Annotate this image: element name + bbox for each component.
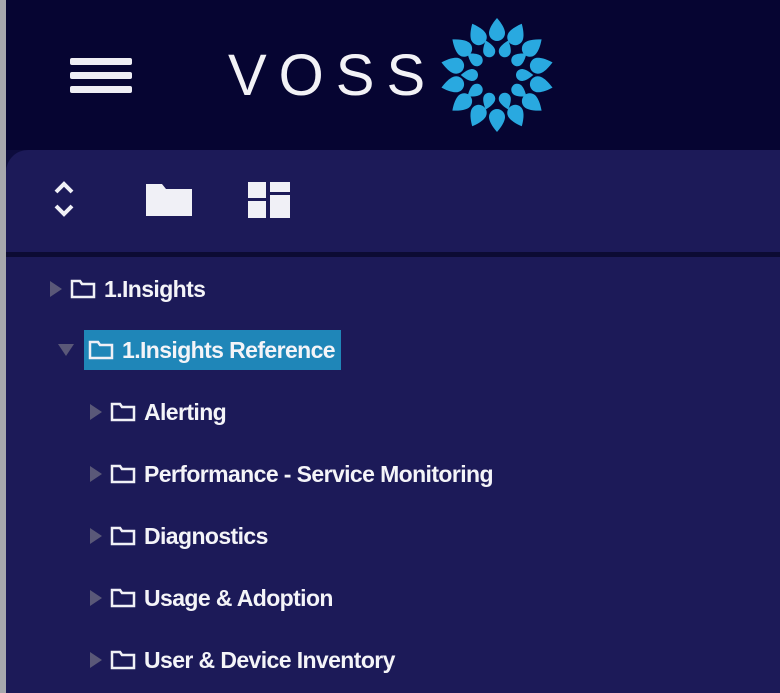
tree-item-label: Usage & Adoption bbox=[144, 584, 333, 611]
tree-item-usage-adoption: Usage & Adoption bbox=[90, 578, 339, 618]
expand-collapse-icon[interactable] bbox=[52, 176, 76, 222]
expand-caret-icon[interactable] bbox=[50, 281, 62, 297]
tree-node[interactable]: Performance - Service Monitoring bbox=[110, 454, 499, 494]
expand-caret-icon[interactable] bbox=[90, 652, 102, 668]
folder-outline-icon bbox=[110, 588, 136, 608]
tree-item-label: Performance - Service Monitoring bbox=[144, 460, 493, 487]
tree-node[interactable]: User & Device Inventory bbox=[110, 640, 401, 680]
tree-toolbar bbox=[6, 150, 780, 257]
tree-item-diagnostics: Diagnostics bbox=[90, 516, 274, 556]
voss-logo-icon bbox=[441, 18, 553, 132]
expand-caret-icon[interactable] bbox=[90, 528, 102, 544]
tree-item-label: User & Device Inventory bbox=[144, 646, 395, 673]
tree-item-performance: Performance - Service Monitoring bbox=[90, 454, 499, 494]
logo-drop bbox=[441, 57, 465, 74]
logo-drop bbox=[460, 69, 478, 81]
tree-item-label: 1.Insights bbox=[104, 275, 206, 302]
logo-drop bbox=[489, 18, 505, 41]
expand-caret-icon[interactable] bbox=[90, 590, 102, 606]
tree-node[interactable]: Alerting bbox=[110, 392, 232, 432]
tree-item-insights-reference: 1.Insights Reference bbox=[58, 330, 341, 370]
brand-name: VOSS bbox=[228, 43, 438, 108]
tree-node-selected[interactable]: 1.Insights Reference bbox=[84, 330, 341, 370]
collapse-caret-icon[interactable] bbox=[58, 344, 74, 356]
tree-node[interactable]: Diagnostics bbox=[110, 516, 274, 556]
folder-outline-icon bbox=[110, 650, 136, 670]
logo-drop bbox=[529, 76, 553, 93]
expand-caret-icon[interactable] bbox=[90, 466, 102, 482]
tree-item-label: Diagnostics bbox=[144, 522, 268, 549]
navigation-panel: 1.Insights 1.Insights Reference Alerting… bbox=[6, 150, 780, 693]
logo-drop bbox=[529, 57, 553, 74]
folder-outline-icon bbox=[110, 402, 136, 422]
top-bar: VOSS bbox=[6, 0, 780, 150]
tree-item-label: 1.Insights Reference bbox=[122, 336, 336, 363]
tree-node[interactable]: 1.Insights bbox=[70, 269, 211, 309]
tree-item-alerting: Alerting bbox=[90, 392, 232, 432]
folder-outline-icon bbox=[88, 340, 114, 360]
tree-node[interactable]: Usage & Adoption bbox=[110, 578, 339, 618]
folder-outline-icon bbox=[110, 526, 136, 546]
folder-outline-icon bbox=[110, 464, 136, 484]
hamburger-menu-icon[interactable] bbox=[70, 58, 132, 93]
expand-caret-icon[interactable] bbox=[90, 404, 102, 420]
tree-item-insights: 1.Insights bbox=[50, 269, 211, 309]
tree-item-label: Alerting bbox=[144, 398, 227, 425]
dashboard-grid-icon[interactable] bbox=[246, 180, 292, 220]
logo-drop bbox=[489, 109, 505, 132]
logo-drop bbox=[516, 69, 534, 81]
tree-item-user-device-inventory: User & Device Inventory bbox=[90, 640, 401, 680]
folder-outline-icon bbox=[70, 279, 96, 299]
folder-icon[interactable] bbox=[144, 180, 194, 218]
logo-drop bbox=[441, 76, 465, 93]
app-window: VOSS 1.Insights 1.Insights Reference Ale… bbox=[6, 0, 780, 693]
